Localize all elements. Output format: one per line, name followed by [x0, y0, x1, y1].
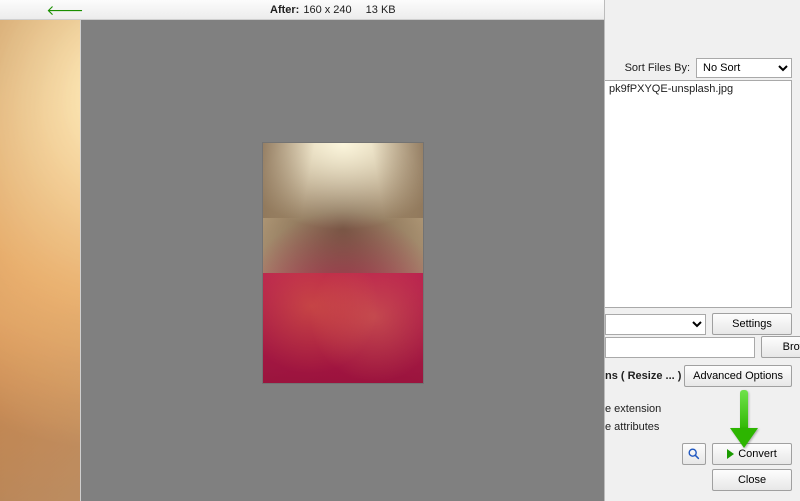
close-button[interactable]: Close	[712, 469, 792, 491]
preview-refresh-button[interactable]	[682, 443, 706, 465]
checkbox-attributes-label[interactable]: e attributes	[605, 418, 792, 436]
preview-info: After: 160 x 240 13 KB	[270, 0, 396, 20]
convert-button[interactable]: Convert	[712, 443, 792, 465]
filesize-value: 13 KB	[366, 4, 396, 16]
original-image	[0, 20, 80, 501]
side-panel: Sort Files By: No Sort pk9fPXYQE-unsplas…	[604, 0, 800, 501]
output-path-input[interactable]	[605, 337, 755, 358]
dimensions-value: 160 x 240	[303, 4, 351, 16]
list-item[interactable]: pk9fPXYQE-unsplash.jpg	[609, 83, 787, 95]
play-icon	[727, 449, 734, 459]
preview-toolbar: 🡐 After: 160 x 240 13 KB	[0, 0, 604, 20]
checkbox-group: e extension e attributes	[605, 400, 792, 436]
original-image-strip	[0, 20, 80, 501]
file-list[interactable]: pk9fPXYQE-unsplash.jpg	[605, 80, 792, 308]
sort-select[interactable]: No Sort	[696, 58, 792, 78]
sort-label: Sort Files By:	[625, 62, 690, 74]
preview-pane[interactable]	[80, 20, 604, 501]
format-combo[interactable]	[605, 314, 706, 335]
checkbox-extension-label[interactable]: e extension	[605, 400, 792, 418]
advanced-options-button[interactable]: Advanced Options	[684, 365, 792, 387]
magnifier-icon	[687, 447, 701, 461]
browse-button[interactable]: Browse	[761, 336, 800, 358]
preview-thumbnail	[263, 143, 423, 383]
mode-label: After:	[270, 4, 299, 16]
back-arrow-icon[interactable]: 🡐	[55, 3, 75, 17]
settings-button[interactable]: Settings	[712, 313, 792, 335]
